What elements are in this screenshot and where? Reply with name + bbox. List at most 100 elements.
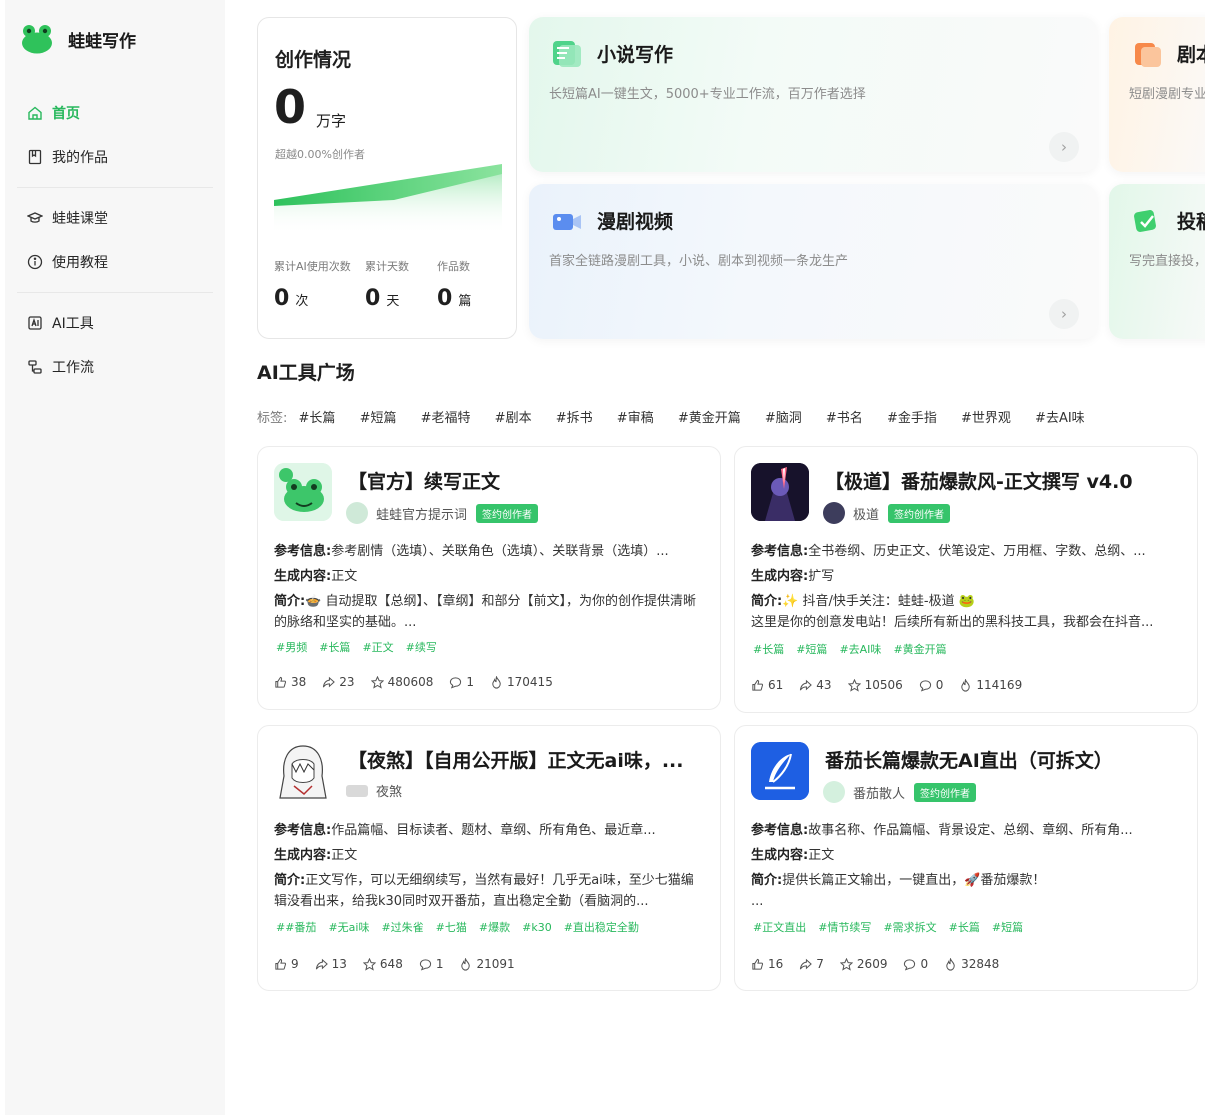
tool-info: 参考信息:故事名称、作品篇幅、背景设定、总纲、章纲、所有角... 生成内容:正文…: [751, 823, 1133, 909]
tool-tags: #长篇 #短篇 #去AI味 #黄金开篇: [753, 643, 947, 656]
app-name: 蛙蛙写作: [68, 31, 136, 52]
book-icon: [28, 149, 42, 165]
tag-filter[interactable]: #长篇: [299, 411, 336, 426]
tool-card[interactable]: 【官方】续写正文 蛙蛙官方提示词 签约创作者 参考信息:参考剧情（选填）、关联角…: [257, 446, 721, 710]
comment-button[interactable]: 0: [903, 957, 928, 971]
metric-label: 作品数: [437, 260, 470, 273]
section-title: AI工具广场: [257, 362, 355, 384]
comment-button[interactable]: 1: [449, 675, 474, 689]
tag-filter[interactable]: #世界观: [961, 411, 1011, 426]
author-row: 番茄散人 签约创作者: [823, 781, 977, 803]
thumbs-up-icon: [275, 958, 287, 970]
comment-button[interactable]: 1: [419, 957, 443, 971]
tag-filter[interactable]: #金手指: [887, 411, 937, 426]
sidebar-item-class[interactable]: 蛙蛙课堂: [27, 206, 108, 230]
verified-badge: 签约创作者: [888, 503, 951, 523]
chevron-right-icon[interactable]: ›: [1049, 132, 1079, 162]
tag-filter[interactable]: #去AI味: [1035, 411, 1085, 426]
sidebar-item-home[interactable]: 首页: [27, 101, 80, 125]
metric-value: 0天: [365, 286, 400, 311]
tool-tags: #男频 #长篇 #正文 #续写: [276, 641, 437, 654]
sidebar-item-label: 蛙蛙课堂: [52, 211, 108, 227]
like-button[interactable]: 38: [274, 675, 306, 689]
share-button[interactable]: 43: [799, 678, 832, 692]
tool-info: 参考信息:参考剧情（选填）、关联角色（选填）、关联背景（选填）... 生成内容:…: [274, 544, 697, 630]
like-button[interactable]: 9: [274, 957, 299, 971]
metric-value: 0篇: [437, 286, 472, 311]
tool-card[interactable]: 番茄长篇爆款无AI直出（可拆文） 番茄散人 签约创作者 参考信息:故事名称、作品…: [734, 725, 1198, 991]
workflow-icon: [28, 360, 42, 374]
author-avatar: [346, 784, 368, 797]
author-row: 夜煞: [346, 781, 402, 800]
verified-badge: 签约创作者: [476, 503, 539, 523]
feature-card-script[interactable]: 剧本 短剧漫剧专业: [1109, 17, 1205, 172]
comment-icon: [904, 958, 916, 970]
author-avatar: [823, 781, 845, 803]
script-icon: [1135, 43, 1161, 67]
feature-title: 小说写作: [597, 44, 674, 66]
words-unit: 万字: [316, 112, 347, 130]
comment-button[interactable]: 0: [919, 678, 943, 692]
tool-stats: 38 23 480608 1 170415: [274, 675, 569, 689]
tool-info: 参考信息:全书卷纲、历史正文、伏笔设定、万用框、字数、总纲、... 生成内容:扩…: [751, 544, 1154, 630]
tag-filter[interactable]: #老福特: [421, 411, 471, 426]
sidebar-item-ai-tools[interactable]: AI工具: [27, 311, 94, 335]
ai-tool-icon: [28, 316, 42, 330]
app-logo[interactable]: 蛙蛙写作: [21, 24, 136, 54]
tag-filter[interactable]: #拆书: [556, 411, 593, 426]
feature-desc: 写完直接投，: [1129, 254, 1205, 269]
tag-filter[interactable]: #剧本: [495, 411, 532, 426]
flame-icon: [961, 678, 971, 692]
tool-title: 【极道】番茄爆款风-正文撰写 v4.0: [825, 471, 1133, 493]
feature-title: 剧本: [1177, 44, 1205, 66]
feature-card-video[interactable]: 漫剧视频 首家全链路漫剧工具，小说、剧本到视频一条龙生产 ›: [529, 184, 1097, 339]
tag-filter[interactable]: #审稿: [617, 411, 654, 426]
like-button[interactable]: 61: [751, 678, 783, 692]
tool-info: 参考信息:作品篇幅、目标读者、题材、章纲、所有角色、最近章... 生成内容:正文…: [274, 823, 694, 909]
metric-label: 累计AI使用次数: [274, 260, 351, 273]
home-icon: [28, 106, 42, 120]
sidebar-divider: [17, 292, 213, 293]
thumbs-up-icon: [275, 676, 287, 688]
feature-card-submit[interactable]: 投稿 写完直接投，: [1109, 184, 1205, 339]
like-button[interactable]: 16: [751, 957, 783, 971]
star-button[interactable]: 2609: [839, 957, 887, 971]
tool-card[interactable]: 【夜煞】【自用公开版】正文无ai味，... 夜煞 参考信息:作品篇幅、目标读者、…: [257, 725, 721, 991]
share-button[interactable]: 23: [322, 675, 355, 689]
metric-label: 累计天数: [365, 260, 409, 273]
feature-card-novel[interactable]: 小说写作 长短篇AI一键生文，5000+专业工作流，百万作者选择 ›: [529, 17, 1097, 172]
tool-stats: 9 13 648 1 21091: [274, 957, 531, 971]
video-camera-icon: [553, 214, 581, 230]
star-button[interactable]: 648: [362, 957, 403, 971]
tag-filter[interactable]: #脑洞: [765, 411, 802, 426]
flame-icon: [492, 675, 501, 689]
share-button[interactable]: 13: [315, 957, 347, 971]
sidebar-item-label: 我的作品: [52, 150, 108, 166]
tag-filter[interactable]: #书名: [826, 411, 863, 426]
sidebar-item-workflow[interactable]: 工作流: [27, 355, 94, 379]
tool-title: 【夜煞】【自用公开版】正文无ai味，...: [348, 750, 684, 772]
info-circle-icon: [27, 254, 43, 270]
feature-title: 漫剧视频: [597, 211, 674, 233]
share-button[interactable]: 7: [799, 957, 824, 971]
submit-icon: [1134, 210, 1156, 232]
tool-tags: #正文直出 #情节续写 #需求拆文 #长篇 #短篇: [753, 921, 1024, 934]
tool-avatar: [274, 463, 332, 521]
star-button[interactable]: 480608: [370, 675, 433, 689]
sidebar-item-tutorial[interactable]: 使用教程: [27, 250, 108, 274]
comment-icon: [919, 679, 931, 691]
sidebar-item-label: 使用教程: [52, 255, 108, 271]
feature-desc: 短剧漫剧专业: [1129, 87, 1205, 102]
tag-filter[interactable]: #短篇: [360, 411, 397, 426]
feather-pen-icon: [751, 742, 809, 800]
tool-card[interactable]: 【极道】番茄爆款风-正文撰写 v4.0 极道 签约创作者 参考信息:全书卷纲、历…: [734, 446, 1198, 713]
feature-desc: 长短篇AI一键生文，5000+专业工作流，百万作者选择: [549, 87, 866, 102]
author-row: 极道 签约创作者: [823, 502, 951, 524]
tag-filter[interactable]: #黄金开篇: [678, 411, 741, 426]
flame-icon: [946, 957, 955, 971]
chevron-right-icon[interactable]: ›: [1049, 299, 1079, 329]
share-icon: [800, 679, 813, 690]
sidebar-item-my-works[interactable]: 我的作品: [27, 145, 108, 169]
verified-badge: 签约创作者: [914, 782, 977, 802]
star-button[interactable]: 10506: [847, 678, 903, 692]
